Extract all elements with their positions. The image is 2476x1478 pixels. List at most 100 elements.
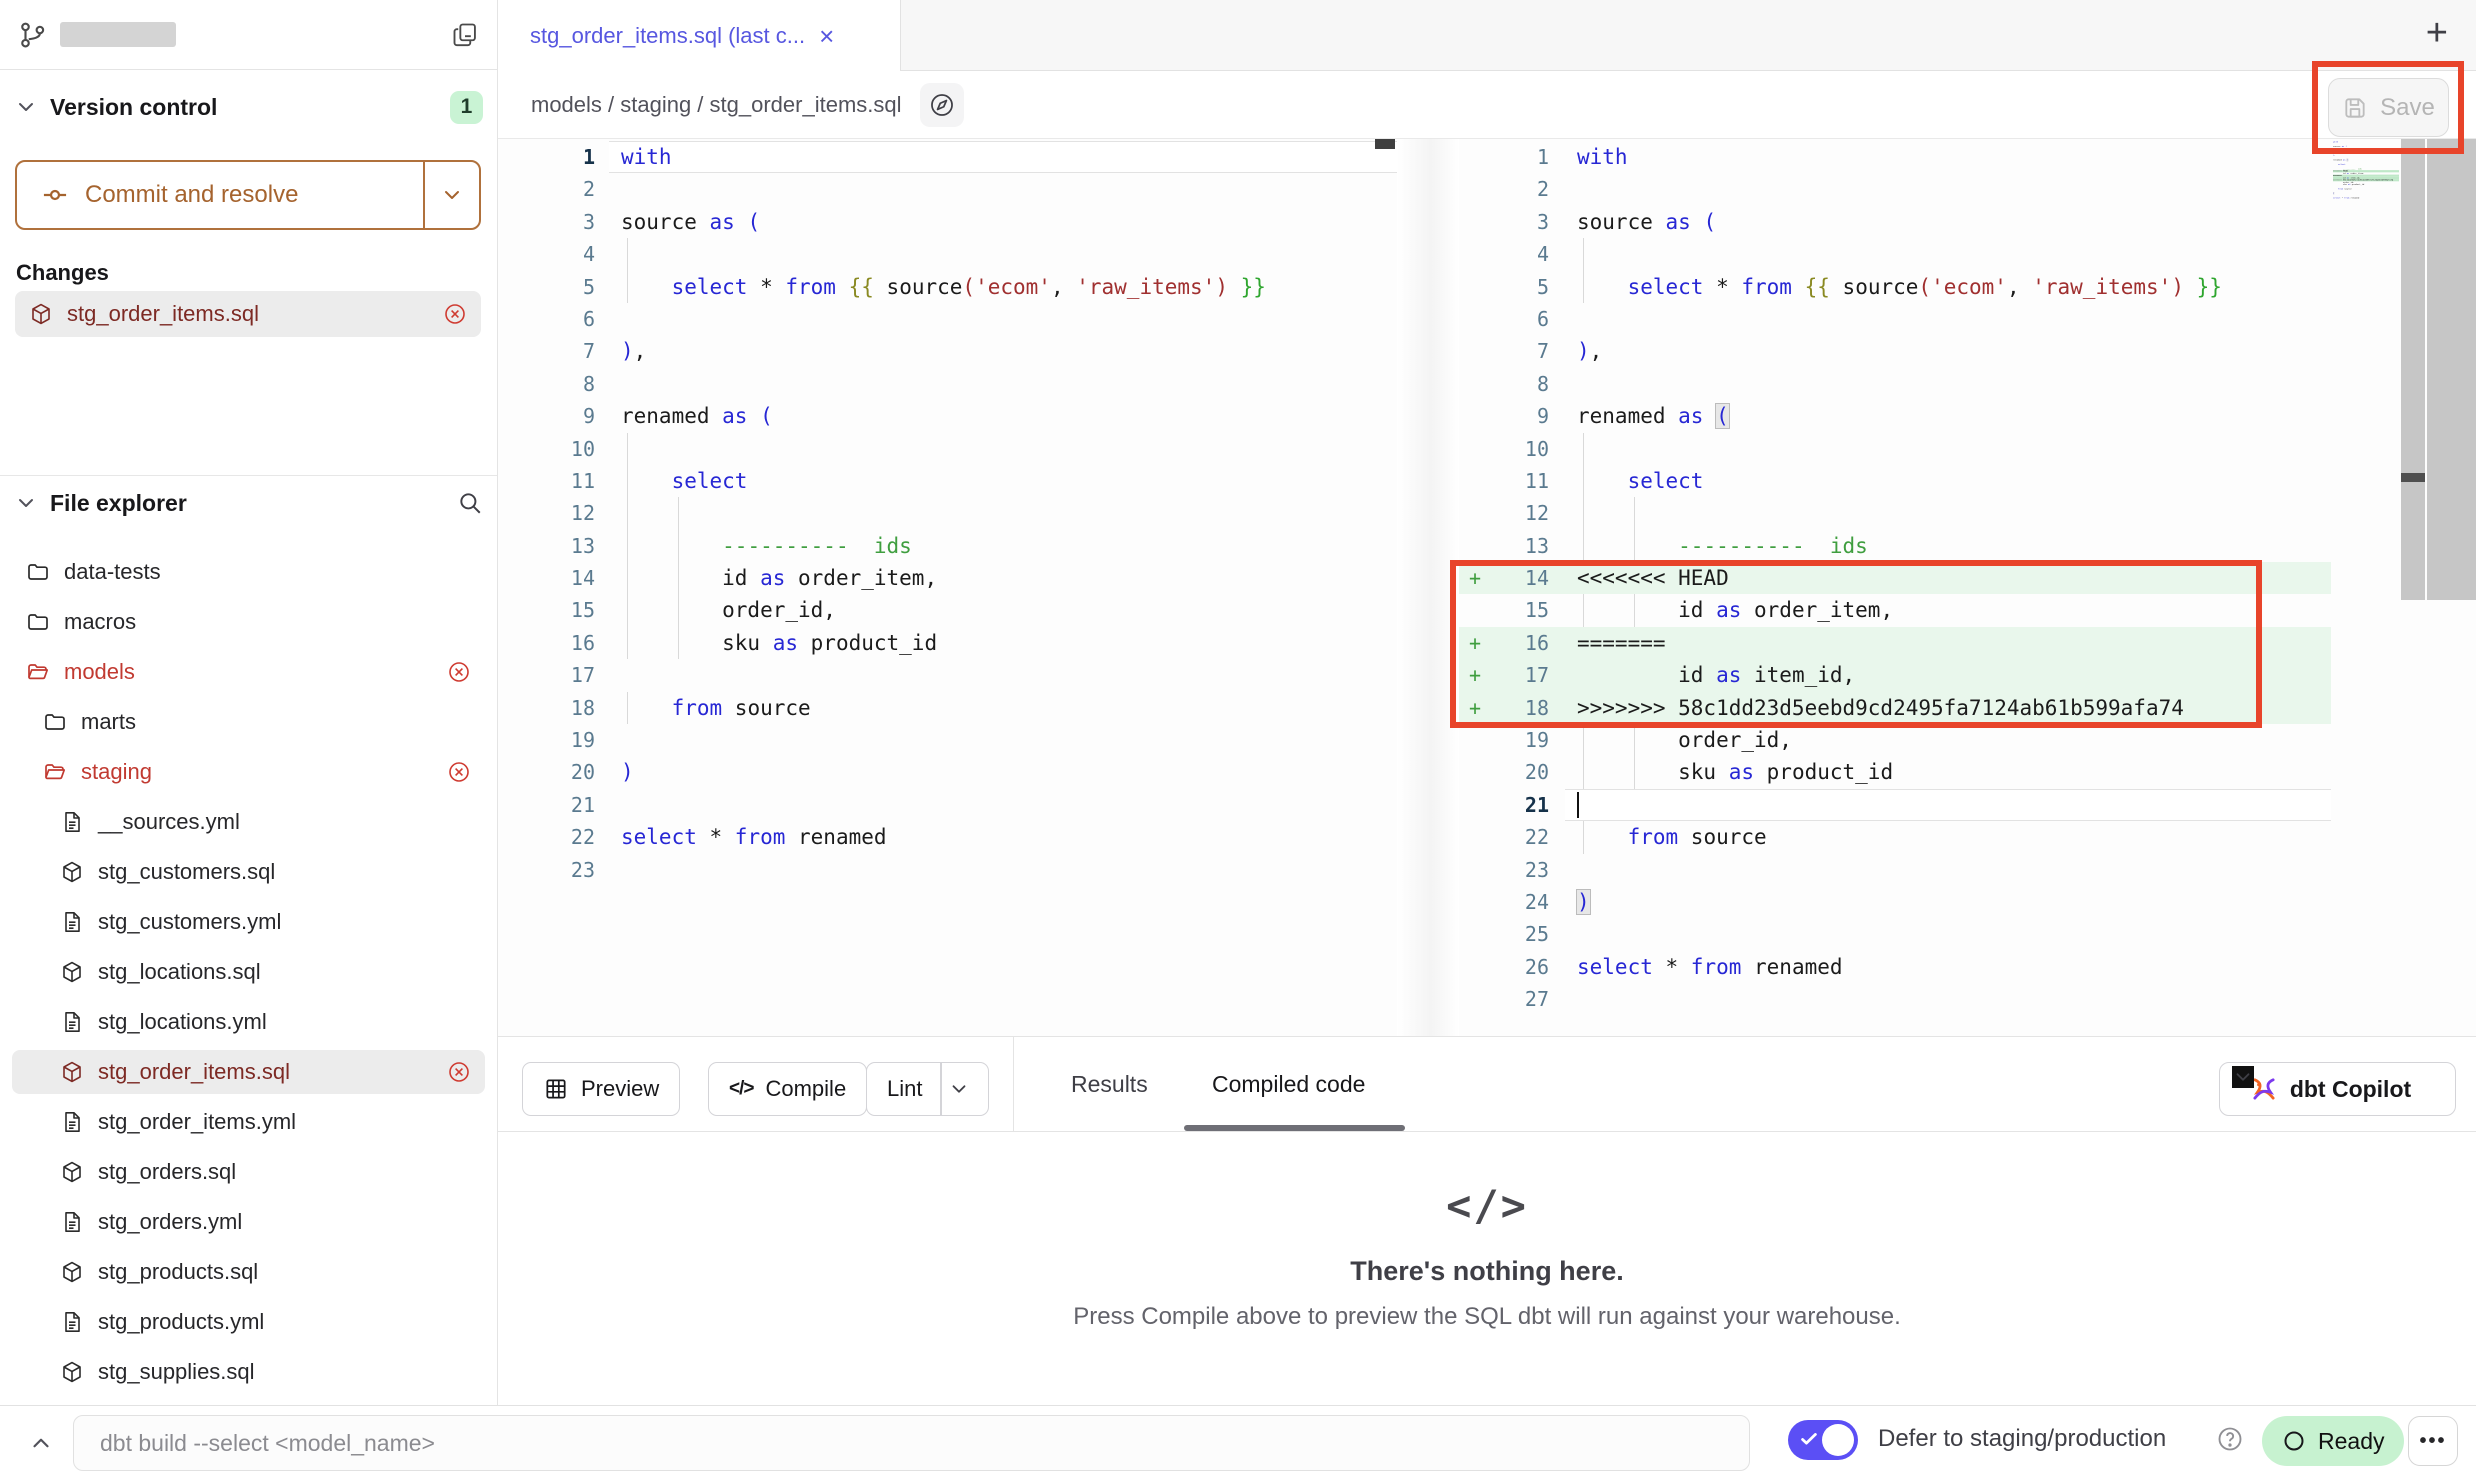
close-icon[interactable]: × [819,23,834,49]
file-item-stg-products-sql[interactable]: stg_products.sql [12,1250,485,1294]
status-badge[interactable]: Ready [2262,1416,2404,1466]
code-line-16[interactable]: 16 sku as product_id [499,627,1397,659]
version-control-header[interactable]: Version control 1 [0,88,497,126]
code-line-6[interactable]: 6 [1459,303,2331,335]
file-item-stg-customers-yml[interactable]: stg_customers.yml [12,900,485,944]
code-line-20[interactable]: 20) [499,756,1397,788]
code-line-13[interactable]: 13 ---------- ids [499,530,1397,562]
code-line-2[interactable]: 2 [1459,173,2331,205]
code-line-24[interactable]: 24) [1459,886,2331,918]
doc-icon [60,910,84,934]
removed-x-circle-icon[interactable] [447,1060,471,1084]
removed-x-circle-icon[interactable] [447,760,471,784]
file-item-macros[interactable]: macros [12,600,485,644]
file-explorer-header[interactable]: File explorer [0,484,497,522]
code-line-18[interactable]: 18 from source [499,692,1397,724]
code-content [1565,433,2331,465]
code-line-21[interactable]: 21 [499,789,1397,821]
lint-dropdown-button[interactable] [942,1063,988,1115]
file-item-marts[interactable]: marts [12,700,485,744]
file-item-data-tests[interactable]: data-tests [12,550,485,594]
code-line-13[interactable]: 13 ---------- ids [1459,530,2331,562]
tab-stg-order-items[interactable]: stg_order_items.sql (last c... × [498,0,901,71]
code-line-1[interactable]: 1with [1459,141,2331,173]
removed-x-circle-icon[interactable] [443,302,467,326]
code-line-23[interactable]: 23 [1459,854,2331,886]
file-item-stg-locations-yml[interactable]: stg_locations.yml [12,1000,485,1044]
code-line-7[interactable]: 7), [499,335,1397,367]
editor-scrollbar[interactable] [2401,139,2425,600]
copy-icon[interactable] [451,21,479,49]
scrollbar-thumb[interactable] [2401,473,2425,482]
file-item-stg-order-items-yml[interactable]: stg_order_items.yml [12,1100,485,1144]
code-line-20[interactable]: 20 sku as product_id [1459,756,2331,788]
file-item--sources-yml[interactable]: __sources.yml [12,800,485,844]
file-item-stg-orders-yml[interactable]: stg_orders.yml [12,1200,485,1244]
code-line-5[interactable]: 5 select * from {{ source('ecom', 'raw_i… [499,271,1397,303]
code-line-11[interactable]: 11 select [1459,465,2331,497]
file-item-stg-order-items-sql[interactable]: stg_order_items.sql [12,1050,485,1094]
file-item-stg-products-yml[interactable]: stg_products.yml [12,1300,485,1344]
commit-and-resolve-button[interactable]: Commit and resolve [15,160,481,230]
help-icon[interactable] [2216,1425,2244,1453]
code-line-27[interactable]: 27 [1459,983,2331,1015]
code-line-4[interactable]: 4 [499,238,1397,270]
lineage-button[interactable] [920,83,964,127]
code-line-19[interactable]: 19 order_id, [1459,724,2331,756]
code-line-1[interactable]: 1with [499,141,1397,173]
code-line-12[interactable]: 12 [1459,497,2331,529]
removed-x-circle-icon[interactable] [447,660,471,684]
code-line-21[interactable]: 21 [1459,789,2331,821]
tab-results[interactable]: Results [1071,1037,1148,1132]
file-item-stg-customers-sql[interactable]: stg_customers.sql [12,850,485,894]
search-icon[interactable] [457,490,483,516]
code-line-8[interactable]: 8 [499,368,1397,400]
code-line-22[interactable]: 22 from source [1459,821,2331,853]
panel-scrollbar[interactable] [2427,139,2476,600]
code-line-7[interactable]: 7), [1459,335,2331,367]
preview-button[interactable]: Preview [522,1062,680,1116]
new-tab-button[interactable]: + [2426,14,2448,52]
dbt-command-input[interactable] [73,1415,1750,1471]
breadcrumb-path[interactable]: models / staging / stg_order_items.sql [531,92,902,118]
compile-button[interactable]: </> Compile [708,1062,867,1116]
code-line-11[interactable]: 11 select [499,465,1397,497]
code-line-9[interactable]: 9renamed as ( [499,400,1397,432]
code-line-5[interactable]: 5 select * from {{ source('ecom', 'raw_i… [1459,271,2331,303]
code-line-3[interactable]: 3source as ( [1459,206,2331,238]
code-line-8[interactable]: 8 [1459,368,2331,400]
code-line-19[interactable]: 19 [499,724,1397,756]
branch-name-placeholder[interactable] [60,22,176,47]
file-item-models[interactable]: models [12,650,485,694]
file-item-stg-locations-sql[interactable]: stg_locations.sql [12,950,485,994]
code-line-25[interactable]: 25 [1459,918,2331,950]
more-options-button[interactable]: ••• [2408,1416,2458,1466]
file-item-stg-order-items-sql[interactable]: stg_order_items.sql [15,291,481,337]
code-line-4[interactable]: 4 [1459,238,2331,270]
code-line-3[interactable]: 3source as ( [499,206,1397,238]
code-line-10[interactable]: 10 [1459,433,2331,465]
scrollbar-thumb[interactable] [1375,139,1395,149]
tab-compiled-code[interactable]: Compiled code [1212,1037,1365,1132]
folder-open-icon [43,760,67,784]
dbt-copilot-button[interactable]: dbt Copilot [2219,1062,2456,1116]
code-line-12[interactable]: 12 [499,497,1397,529]
defer-toggle[interactable] [1788,1420,1858,1460]
code-line-26[interactable]: 26select * from renamed [1459,951,2331,983]
lint-button[interactable]: Lint [866,1062,989,1116]
code-line-17[interactable]: 17 [499,659,1397,691]
file-item-stg-orders-sql[interactable]: stg_orders.sql [12,1150,485,1194]
code-line-15[interactable]: 15 order_id, [499,594,1397,626]
code-line-2[interactable]: 2 [499,173,1397,205]
code-line-23[interactable]: 23 [499,854,1397,886]
code-line-10[interactable]: 10 [499,433,1397,465]
code-line-22[interactable]: 22select * from renamed [499,821,1397,853]
code-line-9[interactable]: 9renamed as ( [1459,400,2331,432]
commit-dropdown-button[interactable] [425,162,479,228]
chevron-up-icon[interactable] [28,1430,54,1456]
code-line-6[interactable]: 6 [499,303,1397,335]
code-line-14[interactable]: 14 id as order_item, [499,562,1397,594]
file-item-staging[interactable]: staging [12,750,485,794]
file-item-stg-supplies-sql[interactable]: stg_supplies.sql [12,1350,485,1394]
indent-guide [627,433,628,465]
